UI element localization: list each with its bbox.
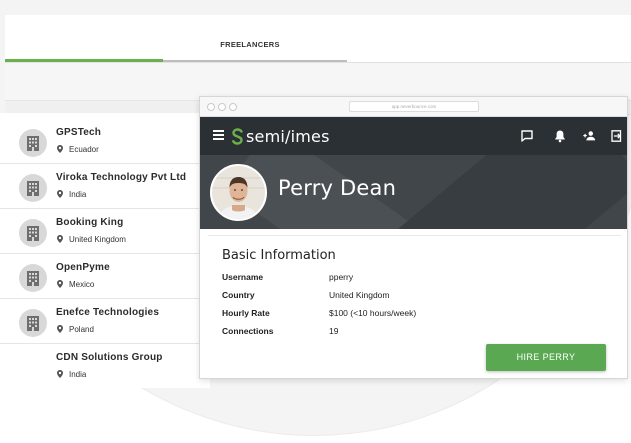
info-row-connections: Connections 19 <box>222 326 522 340</box>
profile-name: Perry Dean <box>278 176 397 200</box>
browser-chrome: app.neverbounce.com <box>200 97 627 117</box>
company-location: Mexico <box>57 280 94 289</box>
company-location-text: United Kingdom <box>69 235 126 244</box>
info-row-hourly-rate: Hourly Rate $100 (<10 hours/week) <box>222 308 522 322</box>
info-label: Connections <box>222 326 274 336</box>
building-icon <box>19 264 47 292</box>
info-row-country: Country United Kingdom <box>222 290 522 304</box>
tab-active-indicator <box>5 59 163 62</box>
company-location-text: Ecuador <box>69 145 99 154</box>
person-photo-icon <box>212 166 265 219</box>
list-item[interactable]: CDN Solutions Group India <box>0 344 210 389</box>
info-label: Username <box>222 272 264 282</box>
chat-icon[interactable] <box>520 129 534 143</box>
info-value: 19 <box>329 326 339 336</box>
building-icon <box>19 219 47 247</box>
building-icon <box>19 129 47 157</box>
info-value: United Kingdom <box>329 290 390 300</box>
address-bar[interactable]: app.neverbounce.com <box>349 101 479 112</box>
window-minimize-dot[interactable] <box>218 103 226 111</box>
bell-icon[interactable] <box>553 129 567 143</box>
window-close-dot[interactable] <box>207 103 215 111</box>
company-name: Viroka Technology Pvt Ltd <box>56 172 187 183</box>
list-item[interactable]: OpenPyme Mexico <box>0 254 210 299</box>
location-pin-icon <box>57 145 63 153</box>
info-label: Country <box>222 290 255 300</box>
company-name: GPSTech <box>56 127 102 138</box>
location-pin-icon <box>57 190 63 198</box>
company-location-text: Poland <box>69 325 94 334</box>
app-navbar: semi/imes <box>200 117 627 155</box>
browser-window: app.neverbounce.com semi/imes Perry Dean… <box>199 96 628 379</box>
company-name: CDN Solutions Group <box>56 352 163 363</box>
section-title: Basic Information <box>222 248 336 263</box>
company-location: India <box>57 370 86 379</box>
info-value: $100 (<10 hours/week) <box>329 308 417 318</box>
tab-freelancers[interactable]: FREELANCERS <box>215 40 285 49</box>
building-icon <box>19 174 47 202</box>
location-pin-icon <box>57 280 63 288</box>
tabs-bar: FREELANCERS <box>5 15 631 63</box>
window-maximize-dot[interactable] <box>229 103 237 111</box>
company-name: Enefce Technologies <box>56 307 160 318</box>
logo-text: semi/imes <box>246 126 330 146</box>
info-row-username: Username pperry <box>222 272 522 286</box>
company-location: Ecuador <box>57 145 99 154</box>
add-person-icon[interactable] <box>582 129 596 143</box>
company-location: Poland <box>57 325 94 334</box>
list-item[interactable]: Booking King United Kingdom <box>0 209 210 254</box>
company-location: United Kingdom <box>57 235 126 244</box>
logo-mark-icon <box>232 127 243 145</box>
avatar[interactable] <box>210 164 267 221</box>
basic-info-card: Basic Information Username pperry Countr… <box>208 235 621 378</box>
list-item[interactable]: Enefce Technologies Poland <box>0 299 210 344</box>
info-label: Hourly Rate <box>222 308 270 318</box>
menu-icon[interactable] <box>213 130 224 140</box>
list-item[interactable]: Viroka Technology Pvt Ltd India <box>0 164 210 209</box>
company-name: Booking King <box>56 217 124 228</box>
hire-button[interactable]: HIRE PERRY <box>486 344 606 371</box>
logout-icon[interactable] <box>610 129 624 143</box>
profile-header: Perry Dean <box>200 155 627 229</box>
company-list: GPSTech Ecuador Viroka Technology Pvt Lt… <box>0 113 210 388</box>
info-value: pperry <box>329 272 354 282</box>
location-pin-icon <box>57 325 63 333</box>
location-pin-icon <box>57 235 63 243</box>
company-location-text: India <box>69 370 87 379</box>
list-item[interactable]: GPSTech Ecuador <box>0 119 210 164</box>
company-location-text: Mexico <box>69 280 95 289</box>
tab-inactive-indicator <box>163 60 347 62</box>
company-location: India <box>57 190 86 199</box>
company-name: OpenPyme <box>56 262 110 273</box>
company-location-text: India <box>69 190 87 199</box>
building-icon <box>19 309 47 337</box>
location-pin-icon <box>57 370 63 378</box>
app-logo[interactable]: semi/imes <box>232 126 330 146</box>
